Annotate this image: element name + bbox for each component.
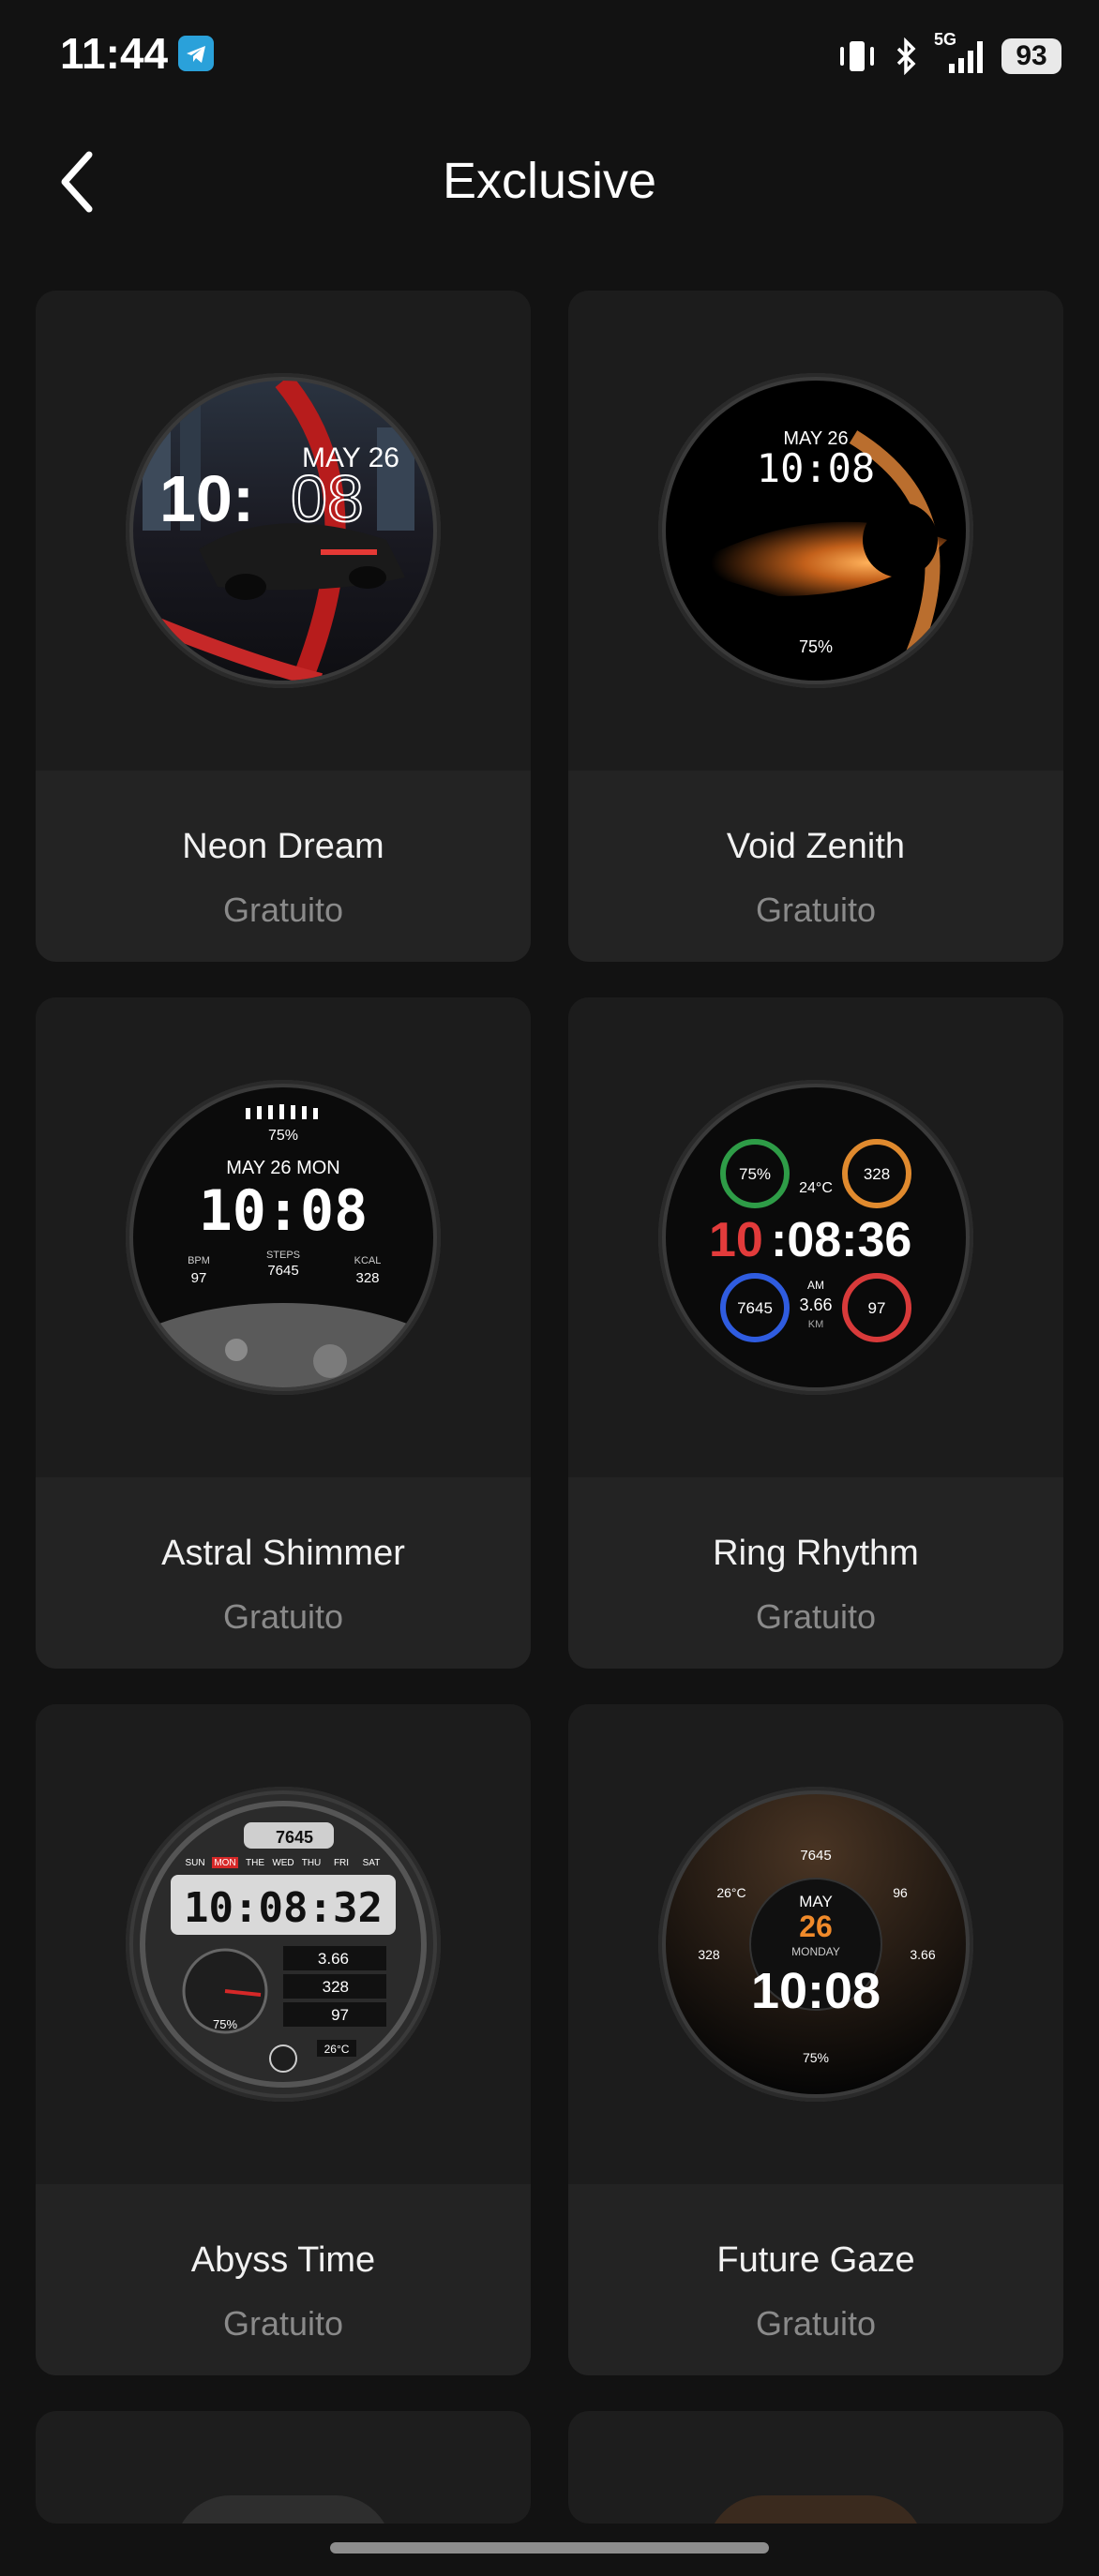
watchface-price: Gratuito	[755, 2304, 877, 2343]
face-month: MAY	[799, 1893, 833, 1910]
status-icons: 5G 93	[835, 26, 1061, 86]
face-day: WED	[272, 1858, 294, 1868]
face-kcal-label: KCAL	[354, 1255, 382, 1266]
card-footer: Void Zenith Gratuito	[568, 771, 1063, 962]
face-day: SUN	[185, 1858, 204, 1868]
watchface-price: Gratuito	[755, 891, 877, 929]
watchface-name: Future Gaze	[716, 2240, 915, 2280]
face-kcal: 328	[355, 1270, 379, 1286]
watchface-name: Abyss Time	[190, 2240, 376, 2280]
battery-indicator: 93	[1001, 38, 1061, 74]
face-battery: 75%	[803, 2050, 829, 2065]
card-preview: 75% 24°C 328 10 :08:36 7645 AM 3.66 KM 9…	[568, 997, 1063, 1477]
face-day: SAT	[363, 1858, 381, 1868]
face-steps-label: STEPS	[266, 1250, 300, 1261]
vibrate-icon	[840, 41, 874, 71]
card-preview: 7645 SUN MON THE WED THU FRI SAT 10:08:3…	[36, 1704, 531, 2184]
face-kcal: 328	[323, 1978, 349, 1996]
face-steps: 7645	[800, 1848, 831, 1864]
watchface-card-neon-dream[interactable]: MAY 26 10: 08 Neon Dream Gratuito	[36, 291, 531, 962]
face-battery: 75%	[213, 2017, 237, 2031]
card-preview: 75% MAY 26 MON 10:08 BPM 97 STEPS 7645 K…	[36, 997, 531, 1477]
status-time: 11:44	[60, 29, 169, 78]
watchface-price: Gratuito	[755, 1597, 877, 1636]
face-distance: 3.66	[799, 1295, 832, 1314]
watchface-name: Neon Dream	[182, 827, 384, 866]
face-day-number: 26	[799, 1910, 833, 1943]
face-heart: 96	[893, 1885, 908, 1900]
network-5g: 5G	[934, 30, 988, 77]
face-time: 10:08:32	[184, 1884, 383, 1932]
face-ampm: AM	[807, 1279, 824, 1292]
watchface-preview-partial	[707, 2495, 925, 2524]
face-bpm-label: BPM	[188, 1255, 210, 1266]
face-time: 10:08	[751, 1963, 881, 2019]
card-footer: Astral Shimmer Gratuito	[36, 1477, 531, 1669]
face-distance: 3.66	[318, 1950, 349, 1968]
status-bar: 11:44 5G 93	[0, 0, 1099, 112]
watchface-name: Void Zenith	[726, 827, 906, 866]
watchface-preview-partial	[174, 2495, 392, 2524]
face-day: MON	[214, 1858, 235, 1868]
face-hour: 10:	[159, 462, 254, 535]
watchface-preview-void-zenith: MAY 26 10:08 75%	[658, 373, 973, 688]
face-date: MAY 26 MON	[226, 1158, 340, 1178]
face-kcal: 328	[864, 1165, 890, 1183]
page-title: Exclusive	[442, 153, 657, 209]
watchface-card-future-gaze[interactable]: 7645 26°C 96 MAY 26 MONDAY 328 3.66 10:0…	[568, 1704, 1063, 2375]
face-minute: 08	[291, 462, 364, 535]
face-kcal: 328	[698, 1947, 720, 1962]
face-day: FRI	[334, 1858, 349, 1868]
face-steps: 7645	[276, 1828, 313, 1847]
card-footer: Future Gaze Gratuito	[568, 2184, 1063, 2375]
face-hour: 10	[709, 1213, 763, 1267]
card-preview: MAY 26 10: 08	[36, 291, 531, 771]
watchface-name: Ring Rhythm	[713, 1534, 919, 1573]
bluetooth-icon	[896, 37, 916, 75]
header: Exclusive	[0, 131, 1099, 234]
card-preview: 7645 26°C 96 MAY 26 MONDAY 328 3.66 10:0…	[568, 1704, 1063, 2184]
face-time-rest: :08:36	[771, 1213, 911, 1267]
watchface-preview-neon-dream: MAY 26 10: 08	[126, 373, 441, 688]
face-time: 10:08	[199, 1178, 369, 1244]
face-heart: 97	[868, 1299, 886, 1317]
face-battery: 75%	[268, 1128, 298, 1144]
card-footer: Neon Dream Gratuito	[36, 771, 531, 962]
face-steps: 7645	[267, 1263, 298, 1279]
face-steps: 7645	[737, 1299, 773, 1317]
face-temp: 24°C	[799, 1180, 833, 1196]
face-heart: 97	[331, 2006, 349, 2024]
watchface-card-abyss-time[interactable]: 7645 SUN MON THE WED THU FRI SAT 10:08:3…	[36, 1704, 531, 2375]
telegram-icon	[178, 36, 214, 71]
face-temp: 26°C	[716, 1885, 745, 1900]
face-day: THU	[302, 1858, 322, 1868]
watchface-preview-astral-shimmer: 75% MAY 26 MON 10:08 BPM 97 STEPS 7645 K…	[126, 1080, 441, 1395]
watchface-price: Gratuito	[222, 2304, 344, 2343]
watchface-preview-future-gaze: 7645 26°C 96 MAY 26 MONDAY 328 3.66 10:0…	[658, 1787, 973, 2102]
watchface-card-ring-rhythm[interactable]: 75% 24°C 328 10 :08:36 7645 AM 3.66 KM 9…	[568, 997, 1063, 1669]
watchface-preview-abyss-time: 7645 SUN MON THE WED THU FRI SAT 10:08:3…	[126, 1787, 441, 2102]
home-indicator[interactable]	[330, 2542, 769, 2554]
face-battery: 75%	[739, 1165, 771, 1183]
face-distance-unit: KM	[808, 1319, 824, 1330]
card-preview: MAY 26 10:08 75%	[568, 291, 1063, 771]
card-footer: Abyss Time Gratuito	[36, 2184, 531, 2375]
watchface-card-partial[interactable]	[36, 2411, 531, 2524]
watchface-preview-ring-rhythm: 75% 24°C 328 10 :08:36 7645 AM 3.66 KM 9…	[658, 1080, 973, 1395]
watchface-card-partial[interactable]	[568, 2411, 1063, 2524]
face-time: 10:08	[757, 445, 875, 491]
watchface-card-astral-shimmer[interactable]: 75% MAY 26 MON 10:08 BPM 97 STEPS 7645 K…	[36, 997, 531, 1669]
face-day: THE	[246, 1858, 264, 1868]
watchface-card-void-zenith[interactable]: MAY 26 10:08 75% Void Zenith Gratuito	[568, 291, 1063, 962]
watchface-price: Gratuito	[222, 1597, 344, 1636]
face-bpm: 97	[191, 1270, 207, 1286]
card-footer: Ring Rhythm Gratuito	[568, 1477, 1063, 1669]
face-distance: 3.66	[910, 1947, 935, 1962]
watchface-price: Gratuito	[222, 891, 344, 929]
watchface-name: Astral Shimmer	[161, 1534, 405, 1573]
face-temp: 26°C	[324, 2043, 350, 2056]
signal-icon	[949, 41, 983, 73]
face-weekday: MONDAY	[791, 1945, 840, 1958]
face-battery: 75%	[799, 637, 833, 656]
